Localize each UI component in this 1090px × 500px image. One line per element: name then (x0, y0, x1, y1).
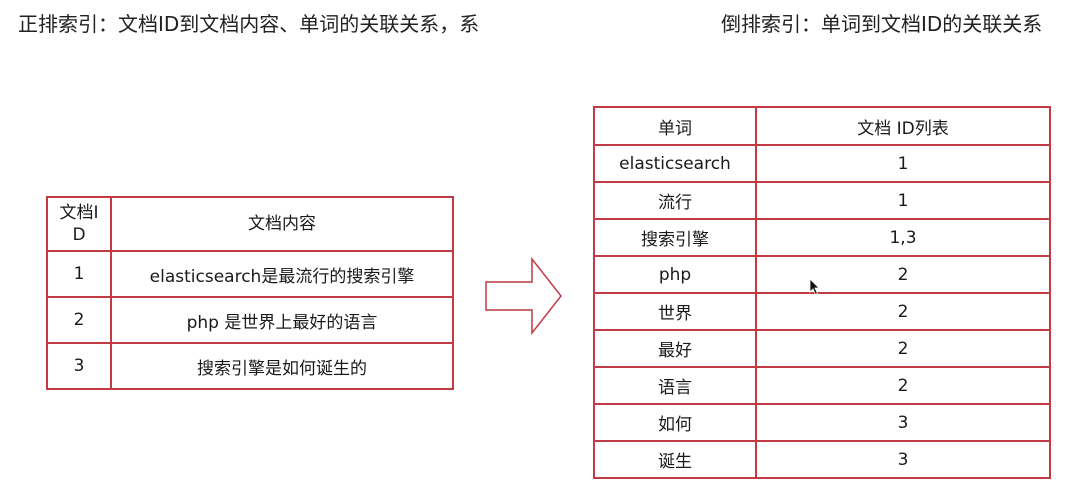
table-header-row: 单词 文档 ID列表 (593, 106, 1051, 146)
doc-ids-cell: 2 (755, 366, 1051, 405)
doc-ids-cell: 2 (755, 329, 1051, 368)
table-row: 3 搜索引擎是如何诞生的 (46, 342, 454, 390)
table-header-row: 文档ID 文档内容 (46, 196, 454, 252)
table-row: 搜索引擎 1,3 (593, 218, 1051, 257)
term-cell: php (593, 255, 757, 294)
right-arrow-icon (485, 256, 562, 336)
term-cell: 诞生 (593, 440, 757, 479)
table-row: 如何 3 (593, 403, 1051, 442)
header-doc-content: 文档内容 (110, 196, 454, 252)
forward-index-caption: 正排索引：文档ID到文档内容、单词的关联关系，系 (18, 12, 480, 36)
doc-content-cell: 搜索引擎是如何诞生的 (110, 342, 454, 390)
term-cell: 流行 (593, 181, 757, 220)
doc-content-cell: php 是世界上最好的语言 (110, 296, 454, 344)
table-row: 2 php 是世界上最好的语言 (46, 296, 454, 344)
doc-ids-cell: 1,3 (755, 218, 1051, 257)
term-cell: 世界 (593, 292, 757, 331)
forward-index-table: 文档ID 文档内容 1 elasticsearch是最流行的搜索引擎 2 php… (46, 196, 454, 390)
inverted-index-caption: 倒排索引：单词到文档ID的关联关系 (721, 12, 1043, 36)
header-doc-id: 文档ID (46, 196, 112, 252)
doc-id-cell: 1 (46, 250, 112, 298)
doc-ids-cell: 3 (755, 403, 1051, 442)
table-row: 流行 1 (593, 181, 1051, 220)
table-row: 最好 2 (593, 329, 1051, 368)
doc-ids-cell: 2 (755, 255, 1051, 294)
doc-id-cell: 2 (46, 296, 112, 344)
doc-id-cell: 3 (46, 342, 112, 390)
header-term: 单词 (593, 106, 757, 146)
inverted-index-table: 单词 文档 ID列表 elasticsearch 1 流行 1 搜索引擎 1,3… (593, 106, 1051, 479)
table-row: 世界 2 (593, 292, 1051, 331)
table-row: 1 elasticsearch是最流行的搜索引擎 (46, 250, 454, 298)
term-cell: 如何 (593, 403, 757, 442)
table-row: 语言 2 (593, 366, 1051, 405)
table-row: elasticsearch 1 (593, 144, 1051, 183)
doc-ids-cell: 1 (755, 181, 1051, 220)
term-cell: 语言 (593, 366, 757, 405)
term-cell: 搜索引擎 (593, 218, 757, 257)
term-cell: elasticsearch (593, 144, 757, 183)
header-doc-id-list: 文档 ID列表 (755, 106, 1051, 146)
header-doc-id-label: 文档ID (59, 203, 99, 245)
table-row: php 2 (593, 255, 1051, 294)
table-row: 诞生 3 (593, 440, 1051, 479)
mouse-cursor-icon (809, 278, 820, 296)
doc-ids-cell: 1 (755, 144, 1051, 183)
doc-ids-cell: 2 (755, 292, 1051, 331)
doc-content-cell: elasticsearch是最流行的搜索引擎 (110, 250, 454, 298)
term-cell: 最好 (593, 329, 757, 368)
doc-ids-cell: 3 (755, 440, 1051, 479)
